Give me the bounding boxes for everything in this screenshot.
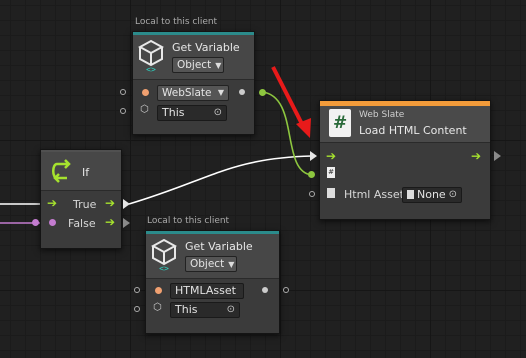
target-picker-icon[interactable]: ⊙ <box>214 106 222 120</box>
output-port-true[interactable] <box>123 199 130 209</box>
document-icon <box>407 190 414 199</box>
target-value: This <box>175 303 198 316</box>
input-port-htmlasset[interactable] <box>134 287 140 293</box>
boolean-port-icon <box>49 219 56 226</box>
variable-kind-dropdown[interactable]: Object ▼ <box>185 256 237 272</box>
load-html-content-node[interactable]: # Web Slate Load HTML Content ➔ ➔ # Html… <box>319 100 491 220</box>
target-field[interactable]: This ⊙ <box>170 302 240 318</box>
variable-kind-dropdown[interactable]: Object ▼ <box>172 57 224 73</box>
node-title: If <box>82 166 90 179</box>
flow-true-arrow-icon: ➔ <box>105 196 116 210</box>
output-dot-icon <box>262 287 268 293</box>
hash-glyph: # <box>333 113 348 133</box>
hash-icon: # <box>329 109 351 137</box>
cube-variable-icon: <> <box>138 39 164 73</box>
flow-input-port[interactable] <box>310 151 317 161</box>
flow-output-port[interactable] <box>494 151 501 161</box>
flow-input-arrow-icon: ➔ <box>326 149 337 163</box>
output-dot-icon <box>239 89 245 95</box>
annotation-arrow <box>271 66 305 127</box>
input-port-webslate[interactable] <box>308 171 315 178</box>
input-port-html-asset[interactable] <box>309 191 315 197</box>
html-asset-field[interactable]: None ⊙ <box>402 187 462 203</box>
flow-input-arrow-icon: ➔ <box>47 196 58 210</box>
flow-wire-true-to-load <box>128 155 313 205</box>
get-variable-node-htmlasset[interactable]: <> Get Variable Object ▼ HTMLAsset ⬡ This… <box>145 230 280 334</box>
node-title: Get Variable <box>185 240 253 253</box>
node-caption: Local to this client <box>147 216 230 226</box>
input-port-webslate[interactable] <box>120 89 126 95</box>
chevron-down-icon: ▼ <box>215 61 222 70</box>
output-port-false[interactable] <box>123 218 130 228</box>
false-label: False <box>68 217 96 230</box>
get-variable-node-webslate[interactable]: <> Get Variable Object ▼ WebSlate ▼ ⬡ This… <box>132 31 255 135</box>
object-port-icon <box>142 89 149 96</box>
chevron-down-icon: ▼ <box>228 260 235 269</box>
input-port-target[interactable] <box>120 108 126 114</box>
node-title: Get Variable <box>172 41 240 54</box>
dropdown-value: Object <box>177 59 212 71</box>
dropdown-value: Object <box>190 258 225 270</box>
node-title: Load HTML Content <box>359 124 467 137</box>
svg-text:<>: <> <box>159 264 169 272</box>
cube-small-icon: ⬡ <box>153 302 162 313</box>
field-value: HTMLAsset <box>175 284 236 297</box>
input-port-target[interactable] <box>134 306 140 312</box>
asset-picker-icon[interactable]: ⊙ <box>449 188 457 202</box>
flow-false-arrow-icon: ➔ <box>105 215 116 229</box>
target-picker-icon[interactable]: ⊙ <box>227 303 235 317</box>
document-icon <box>327 188 335 198</box>
chevron-down-icon: ▼ <box>217 88 224 97</box>
cube-variable-icon: <> <box>151 238 177 272</box>
cube-small-icon: ⬡ <box>140 104 149 115</box>
hash-small-icon: # <box>327 167 335 178</box>
node-caption: Local to this client <box>135 17 218 27</box>
input-port-condition[interactable] <box>32 219 39 226</box>
hash-label: # <box>328 168 334 176</box>
svg-text:<>: <> <box>146 65 156 73</box>
html-asset-label: Html Asset <box>344 188 404 201</box>
object-wire-webslate-to-load <box>261 91 313 176</box>
target-value: This <box>162 106 185 119</box>
variable-name-field[interactable]: HTMLAsset <box>170 283 244 299</box>
node-subtitle: Web Slate <box>359 110 405 120</box>
branch-arrows-icon <box>52 159 71 183</box>
true-label: True <box>73 198 97 211</box>
output-port-webslate[interactable] <box>259 89 266 96</box>
field-value: None <box>417 188 446 201</box>
if-node[interactable]: If ➔ True ➔ False ➔ <box>40 149 122 249</box>
flow-output-arrow-icon: ➔ <box>471 149 482 163</box>
output-port-htmlasset[interactable] <box>283 287 289 293</box>
object-port-icon <box>155 287 162 294</box>
variable-name-dropdown[interactable]: WebSlate ▼ <box>157 85 229 101</box>
dropdown-value: WebSlate <box>162 87 212 99</box>
target-field[interactable]: This ⊙ <box>157 105 227 121</box>
